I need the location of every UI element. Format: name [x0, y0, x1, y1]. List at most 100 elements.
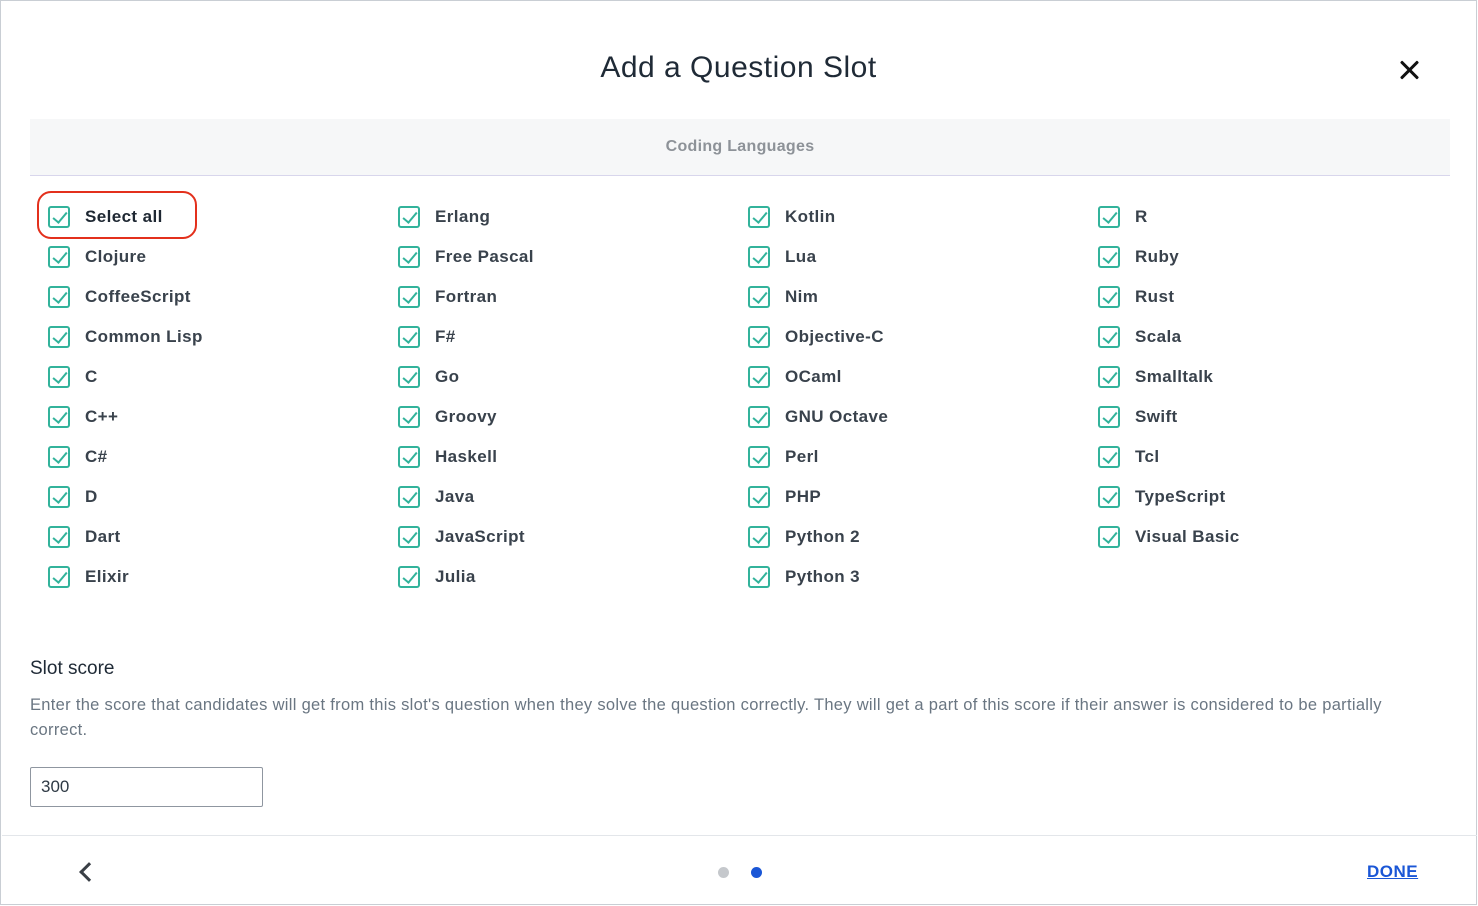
checkbox-checked-icon[interactable]	[398, 246, 420, 268]
checkbox-checked-icon[interactable]	[48, 446, 70, 468]
checkbox-checked-icon[interactable]	[48, 566, 70, 588]
checkbox-checked-icon[interactable]	[748, 246, 770, 268]
checkbox-checked-icon[interactable]	[48, 246, 70, 268]
checkbox-checked-icon[interactable]	[1098, 366, 1120, 388]
checkbox-checked-icon[interactable]	[748, 526, 770, 548]
language-checkbox[interactable]: Free Pascal	[398, 237, 728, 277]
language-label: C#	[85, 447, 108, 466]
language-checkbox[interactable]: Tcl	[1098, 437, 1428, 477]
select-all-checkbox[interactable]: Select all	[48, 197, 378, 237]
language-label: R	[1135, 207, 1148, 226]
checkbox-checked-icon[interactable]	[398, 406, 420, 428]
chevron-left-icon[interactable]	[73, 859, 99, 885]
language-checkbox[interactable]: F#	[398, 317, 728, 357]
pagination-dot-2-active[interactable]	[751, 867, 762, 878]
language-checkbox[interactable]: C#	[48, 437, 378, 477]
language-checkbox[interactable]: C	[48, 357, 378, 397]
language-checkbox[interactable]: Python 2	[748, 517, 1078, 557]
checkbox-checked-icon[interactable]	[398, 206, 420, 228]
modal-title: Add a Question Slot	[600, 51, 877, 84]
checkbox-checked-icon[interactable]	[1098, 406, 1120, 428]
checkbox-checked-icon[interactable]	[748, 206, 770, 228]
language-label: Erlang	[435, 207, 491, 226]
checkbox-checked-icon[interactable]	[398, 326, 420, 348]
language-label: Common Lisp	[85, 327, 203, 346]
checkbox-checked-icon[interactable]	[748, 286, 770, 308]
language-label: Elixir	[85, 567, 129, 586]
language-checkbox[interactable]: JavaScript	[398, 517, 728, 557]
checkbox-checked-icon[interactable]	[398, 366, 420, 388]
language-checkbox[interactable]: Python 3	[748, 557, 1078, 597]
language-checkbox[interactable]: Erlang	[398, 197, 728, 237]
checkbox-checked-icon[interactable]	[748, 486, 770, 508]
checkbox-checked-icon[interactable]	[748, 406, 770, 428]
language-checkbox[interactable]: PHP	[748, 477, 1078, 517]
language-checkbox[interactable]: Rust	[1098, 277, 1428, 317]
checkbox-checked-icon[interactable]	[1098, 326, 1120, 348]
checkbox-checked-icon[interactable]	[1098, 246, 1120, 268]
checkbox-checked-icon[interactable]	[1098, 286, 1120, 308]
language-checkbox[interactable]: D	[48, 477, 378, 517]
checkbox-checked-icon[interactable]	[1098, 526, 1120, 548]
language-checkbox[interactable]: Java	[398, 477, 728, 517]
language-checkbox[interactable]: Lua	[748, 237, 1078, 277]
slot-score-input[interactable]	[30, 767, 263, 807]
checkbox-checked-icon[interactable]	[48, 486, 70, 508]
pagination-dot-1[interactable]	[718, 867, 729, 878]
checkbox-checked-icon[interactable]	[48, 206, 70, 228]
checkbox-checked-icon[interactable]	[398, 446, 420, 468]
checkbox-checked-icon[interactable]	[1098, 486, 1120, 508]
language-checkbox[interactable]: Go	[398, 357, 728, 397]
language-checkbox[interactable]: Julia	[398, 557, 728, 597]
slot-score-description: Enter the score that candidates will get…	[30, 696, 1382, 739]
language-grid: Select all Clojure CoffeeScript Common Lisp…	[48, 197, 1448, 597]
language-checkbox[interactable]: Swift	[1098, 397, 1428, 437]
language-checkbox[interactable]: Elixir	[48, 557, 378, 597]
language-checkbox[interactable]: Groovy	[398, 397, 728, 437]
language-checkbox[interactable]: Dart	[48, 517, 378, 557]
language-checkbox[interactable]: C++	[48, 397, 378, 437]
checkbox-checked-icon[interactable]	[1098, 206, 1120, 228]
checkbox-checked-icon[interactable]	[398, 526, 420, 548]
language-checkbox[interactable]: Smalltalk	[1098, 357, 1428, 397]
language-checkbox[interactable]: Clojure	[48, 237, 378, 277]
language-label: Perl	[785, 447, 819, 466]
language-checkbox[interactable]: Common Lisp	[48, 317, 378, 357]
language-checkbox[interactable]: Kotlin	[748, 197, 1078, 237]
checkbox-checked-icon[interactable]	[748, 446, 770, 468]
language-checkbox[interactable]: Ruby	[1098, 237, 1428, 277]
language-label: TypeScript	[1135, 487, 1226, 506]
checkbox-checked-icon[interactable]	[748, 326, 770, 348]
close-icon[interactable]	[1397, 57, 1423, 83]
language-checkbox[interactable]: Nim	[748, 277, 1078, 317]
checkbox-checked-icon[interactable]	[398, 566, 420, 588]
checkbox-checked-icon[interactable]	[748, 366, 770, 388]
done-button[interactable]: DONE	[1367, 862, 1418, 882]
checkbox-checked-icon[interactable]	[398, 486, 420, 508]
checkbox-checked-icon[interactable]	[48, 526, 70, 548]
checkbox-checked-icon[interactable]	[748, 566, 770, 588]
language-label: Go	[435, 367, 460, 386]
language-checkbox[interactable]: R	[1098, 197, 1428, 237]
checkbox-checked-icon[interactable]	[398, 286, 420, 308]
language-label: Python 3	[785, 567, 860, 586]
checkbox-checked-icon[interactable]	[48, 366, 70, 388]
language-checkbox[interactable]: Haskell	[398, 437, 728, 477]
language-checkbox[interactable]: TypeScript	[1098, 477, 1428, 517]
language-label: Dart	[85, 527, 121, 546]
checkbox-checked-icon[interactable]	[48, 326, 70, 348]
checkbox-checked-icon[interactable]	[48, 286, 70, 308]
language-checkbox[interactable]: Objective-C	[748, 317, 1078, 357]
section-header: Coding Languages	[30, 119, 1450, 176]
language-checkbox[interactable]: Scala	[1098, 317, 1428, 357]
language-checkbox[interactable]: Perl	[748, 437, 1078, 477]
language-checkbox[interactable]: GNU Octave	[748, 397, 1078, 437]
checkbox-checked-icon[interactable]	[1098, 446, 1120, 468]
language-checkbox[interactable]: Fortran	[398, 277, 728, 317]
language-label: OCaml	[785, 367, 842, 386]
language-checkbox[interactable]: CoffeeScript	[48, 277, 378, 317]
language-checkbox[interactable]: Visual Basic	[1098, 517, 1428, 557]
checkbox-checked-icon[interactable]	[48, 406, 70, 428]
language-checkbox[interactable]: OCaml	[748, 357, 1078, 397]
language-label: CoffeeScript	[85, 287, 191, 306]
